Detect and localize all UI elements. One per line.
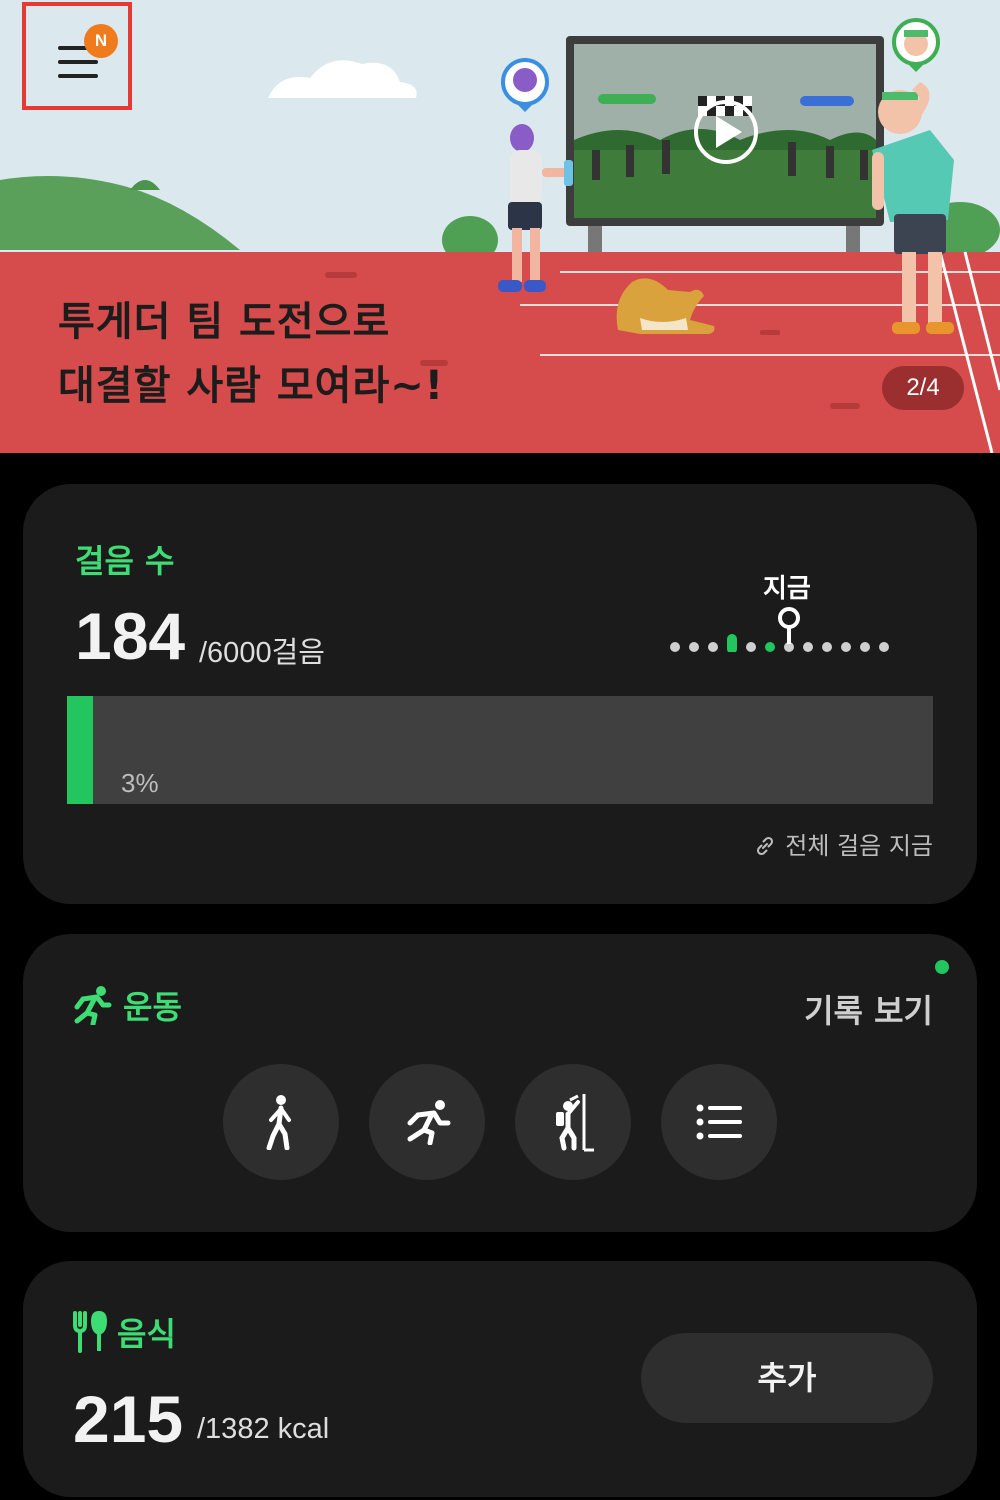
food-title: 음식 xyxy=(117,1315,176,1353)
link-icon xyxy=(757,836,774,856)
running-icon xyxy=(74,986,112,1025)
food-header: 음식 xyxy=(73,1309,176,1355)
all-steps-link[interactable]: 전체 걸음 지금 xyxy=(753,826,933,861)
fork-knife-icon xyxy=(73,1311,107,1353)
steps-count: 184 xyxy=(75,599,186,673)
food-goal: /1382 kcal xyxy=(197,1413,330,1445)
exercise-title: 운동 xyxy=(123,988,182,1026)
banner-page-indicator: 2/4 xyxy=(882,366,964,410)
menu-button[interactable]: N xyxy=(22,2,132,110)
hourly-timeline xyxy=(670,607,889,652)
steps-progress-label: 3% xyxy=(121,768,159,798)
all-steps-link-label: 전체 걸음 지금 xyxy=(785,832,933,860)
view-history-button[interactable]: 기록 보기 xyxy=(804,986,933,1032)
food-calories: 215 xyxy=(73,1382,184,1456)
exercise-card[interactable]: 운동 기록 보기 xyxy=(23,934,977,1232)
notification-badge: N xyxy=(84,24,118,58)
steps-card[interactable]: 걸음 수 184 /6000걸음 지금 3% 전체 걸음 지금 xyxy=(23,484,977,904)
steps-progress-fill xyxy=(67,696,93,804)
food-card[interactable]: 음식 215 /1382 kcal 추가 xyxy=(23,1261,977,1497)
banner-headline: 투게더 팀 도전으로 대결할 사람 모여라~! xyxy=(58,290,444,418)
now-label: 지금 xyxy=(763,574,811,604)
banner-headline-line2: 대결할 사람 모여라~! xyxy=(58,363,445,409)
exercise-header: 운동 xyxy=(69,982,182,1028)
steps-goal: /6000걸음 xyxy=(199,637,325,669)
hiking-icon xyxy=(556,1094,594,1152)
hiking-button[interactable] xyxy=(515,1064,631,1180)
steps-title: 걸음 수 xyxy=(75,542,175,580)
steps-progress-bar: 3% xyxy=(67,696,933,804)
add-food-button[interactable]: 추가 xyxy=(641,1333,933,1423)
walk-icon xyxy=(266,1095,291,1150)
run-icon xyxy=(407,1100,451,1145)
banner-headline-line1: 투게더 팀 도전으로 xyxy=(58,299,391,345)
list-icon xyxy=(696,1104,742,1140)
promo-banner[interactable]: N 투게더 팀 도전으로 대결할 사람 모여라~! 2/4 xyxy=(0,0,1000,453)
walk-button[interactable] xyxy=(223,1064,339,1180)
run-button[interactable] xyxy=(369,1064,485,1180)
more-exercises-button[interactable] xyxy=(661,1064,777,1180)
new-dot-indicator xyxy=(935,960,949,974)
